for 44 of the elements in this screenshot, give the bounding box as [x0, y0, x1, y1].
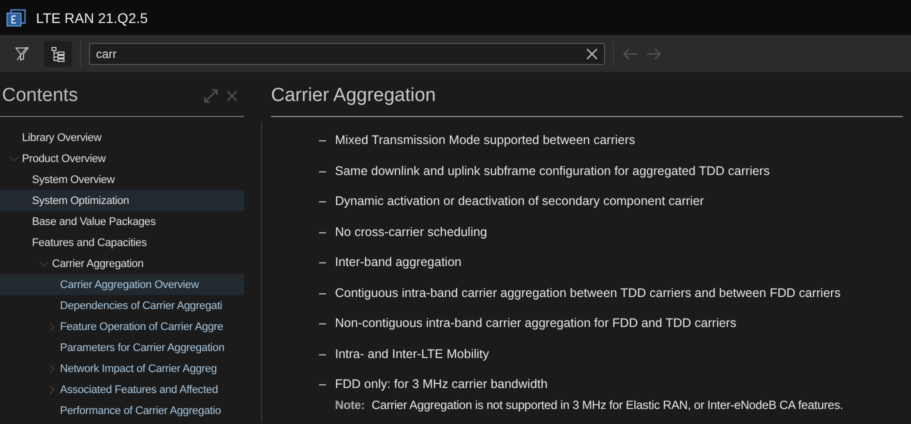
book-icon — [6, 8, 26, 26]
dash-marker: – — [319, 224, 327, 239]
list-item-text: Dynamic activation or deactivation of secondary component carrier — [335, 194, 704, 208]
article-title: Carrier Aggregation — [271, 76, 903, 117]
tree-item[interactable]: Features and Capacities — [0, 232, 244, 253]
tree-item[interactable]: Library Overview — [0, 127, 244, 148]
list-item-text: Non-contiguous intra-band carrier aggregation for FDD and TDD carriers — [335, 316, 736, 330]
note-label: Note: — [335, 398, 365, 412]
dash-marker: – — [319, 346, 327, 361]
list-item-text: Inter-band aggregation — [335, 255, 462, 270]
list-item-text: Mixed Transmission Mode supported between carriers — [335, 133, 636, 148]
tree-item[interactable]: Dependencies of Carrier Aggregati — [0, 295, 244, 316]
search-field[interactable]: carr — [89, 42, 605, 64]
tree-item[interactable]: System Optimization — [0, 190, 244, 211]
dash-marker: – — [319, 286, 327, 300]
dash-marker: – — [319, 255, 327, 270]
tree-item[interactable]: Product Overview — [0, 148, 244, 169]
close-icon[interactable] — [586, 48, 598, 60]
tree-view-icon[interactable] — [44, 40, 72, 66]
window-title: LTE RAN 21.Q2.5 — [36, 10, 148, 26]
tree-item[interactable]: Associated Features and Affected — [0, 379, 244, 400]
dash-marker: – — [319, 316, 327, 330]
forward-arrow-icon[interactable] — [646, 48, 662, 60]
tree-item[interactable]: Feature Operation of Carrier Aggre — [0, 316, 244, 337]
dash-marker: – — [319, 194, 327, 208]
back-arrow-icon[interactable] — [622, 48, 638, 60]
expand-icon[interactable] — [204, 89, 218, 103]
tree-item[interactable]: System Overview — [0, 169, 244, 190]
note-text: Carrier Aggregation is not supported in 3 MHz for Elastic RAN, or Inter-eNodeB CA features. — [372, 398, 844, 412]
list-item-text: Contiguous intra-band carrier aggregation between TDD carriers and between FDD carriers — [335, 286, 841, 300]
tree-item[interactable]: Performance of Carrier Aggregatio — [0, 400, 244, 421]
panel-title: Contents — [1, 85, 80, 107]
tree-item[interactable]: Carrier Aggregation — [0, 253, 244, 274]
tree-item[interactable]: Carrier Aggregation Overview — [0, 274, 244, 295]
dash-marker: – — [319, 133, 327, 148]
tree-item[interactable]: Network Impact of Carrier Aggreg — [0, 358, 244, 379]
list-item-text: Same downlink and uplink subframe configuration for aggregated TDD carriers — [335, 164, 770, 178]
list-item-text: No cross-carrier scheduling — [335, 224, 488, 239]
list-item-text: Intra- and Inter-LTE Mobility — [335, 346, 489, 361]
tree-item[interactable]: Base and Value Packages — [0, 211, 244, 232]
dash-marker: – — [319, 377, 327, 392]
tree-item[interactable]: Parameters for Carrier Aggregation — [0, 337, 244, 358]
dash-marker: – — [319, 164, 327, 178]
list-item-text: FDD only: for 3 MHz carrier bandwidth — [335, 377, 548, 392]
